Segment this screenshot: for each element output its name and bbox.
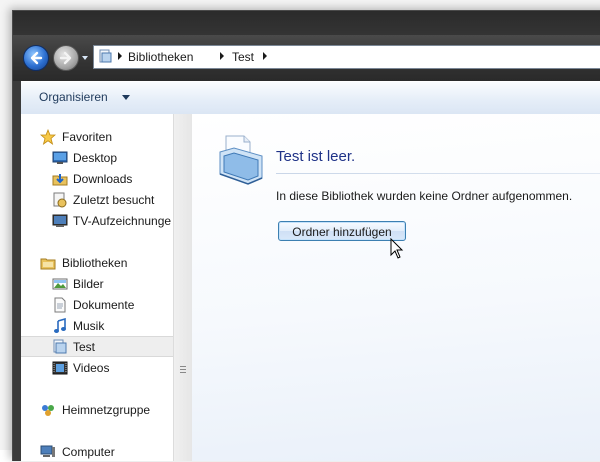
add-folder-button[interactable]: Ordner hinzufügen [278,221,406,241]
computer-icon [40,445,55,457]
breadcrumb-test[interactable]: Test [232,50,254,64]
breadcrumb-chevron-icon[interactable] [116,50,124,62]
recent-places-icon [53,192,67,208]
back-button[interactable] [23,45,49,71]
nav-label: Zuletzt besucht [73,193,155,207]
documents-icon [54,297,66,313]
nav-item-recent-places[interactable]: Zuletzt besucht [21,190,173,210]
nav-item-desktop[interactable]: Desktop [21,148,173,168]
nav-item-favorites[interactable]: Favoriten [21,127,173,147]
desktop-icon [52,151,68,164]
navigation-bar: Bibliotheken Test [13,35,600,81]
nav-label: TV-Aufzeichnungen [73,214,171,228]
navigation-pane: Favoriten Desktop Downloads Zuletzt besu… [21,114,173,461]
library-icon [53,339,67,354]
nav-label: Musik [73,319,105,333]
nav-item-videos[interactable]: Videos [21,358,173,378]
nav-item-downloads[interactable]: Downloads [21,169,173,189]
library-icon [99,49,112,63]
nav-label: Bibliotheken [62,256,128,270]
nav-item-computer[interactable]: Computer [21,442,173,462]
nav-label: Favoriten [62,130,113,144]
chevron-down-icon[interactable] [122,95,130,100]
scrollbar-grip[interactable] [180,366,186,374]
forward-arrow-icon [59,51,72,65]
title-divider [276,173,600,174]
tv-recordings-icon [52,214,68,227]
breadcrumb-chevron-icon[interactable] [218,50,226,62]
empty-library-description: In diese Bibliothek wurden keine Ordner … [276,189,573,203]
explorer-window: Bibliotheken Test Organisieren Favoriten… [12,10,600,461]
mouse-cursor-icon [390,238,404,259]
videos-icon [52,361,68,375]
organize-button[interactable]: Organisieren [39,90,108,104]
downloads-icon [52,174,68,186]
command-bar: Organisieren [21,81,600,115]
back-arrow-icon [30,51,43,65]
nav-label: Desktop [73,151,118,165]
nav-label: Downloads [73,172,133,186]
nav-item-music[interactable]: Musik [21,316,173,336]
nav-label: Heimnetzgruppe [62,403,151,417]
music-icon [54,318,66,333]
nav-item-test[interactable]: Test [21,336,173,357]
forward-button[interactable] [53,45,79,71]
recent-pages-dropdown-icon[interactable] [81,54,89,62]
empty-library-icon [219,135,263,185]
breadcrumb-libraries[interactable]: Bibliotheken [128,50,193,64]
libraries-icon [40,258,56,270]
library-content-area: Test ist leer. In diese Bibliothek wurde… [192,114,600,461]
nav-item-documents[interactable]: Dokumente [21,295,173,315]
nav-label: Test [73,340,96,354]
breadcrumb-chevron-icon[interactable] [261,50,269,62]
nav-item-tv-recordings[interactable]: TV-Aufzeichnungen [21,211,173,231]
navigation-pane-scrollbar[interactable] [173,114,193,461]
star-icon [40,129,56,145]
nav-label: Videos [73,361,110,375]
homegroup-icon [42,405,54,416]
nav-item-libraries[interactable]: Bibliotheken [21,253,173,273]
nav-label: Computer [62,445,115,459]
nav-item-pictures[interactable]: Bilder [21,274,173,294]
empty-library-title: Test ist leer. [276,148,356,165]
nav-label: Dokumente [73,298,135,312]
nav-item-homegroup[interactable]: Heimnetzgruppe [21,400,173,420]
pictures-icon [52,278,68,290]
address-bar[interactable]: Bibliotheken Test [93,45,600,69]
nav-label: Bilder [73,277,104,291]
